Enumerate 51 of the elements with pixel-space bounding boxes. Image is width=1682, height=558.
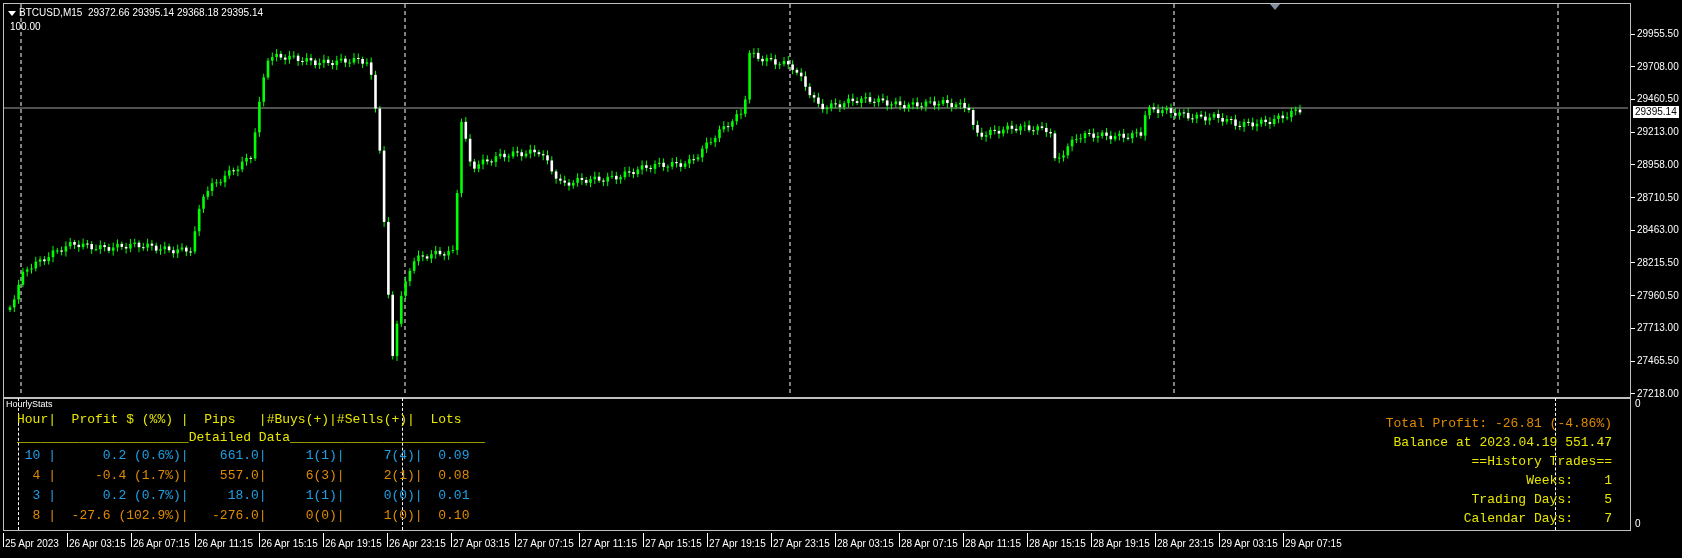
price-label: 27465.50 (1637, 355, 1679, 367)
summary-line: ==History Trades== (1471, 453, 1612, 471)
symbol-header: BTCUSD,M15 29372.66 29395.14 29368.18 29395.14 (19, 7, 264, 19)
price-label: 27218.00 (1637, 387, 1679, 399)
time-label: 27 Apr 03:15 (453, 538, 511, 550)
time-label: 27 Apr 23:15 (773, 538, 831, 550)
summary-line: Total Profit: -26.81 (-4.86%) (1385, 415, 1612, 433)
time-label: 26 Apr 19:15 (325, 538, 383, 550)
time-label: 25 Apr 2023 (5, 538, 60, 550)
price-label: 29708.00 (1637, 60, 1679, 73)
time-label: 27 Apr 11:15 (581, 538, 638, 550)
time-label: 28 Apr 23:15 (1157, 538, 1215, 550)
time-label: 27 Apr 07:15 (517, 538, 575, 550)
stats-row-text: 10 | 0.2 (0.6%)| 661.0| 1(1)| 7(4)| 0.09 (23, 447, 471, 465)
time-label: 27 Apr 15:15 (645, 538, 703, 550)
price-label: 28463.00 (1637, 224, 1679, 237)
time-label: 26 Apr 03:15 (69, 538, 127, 550)
stats-subheader: ______________________Detailed Data_________________________ (17, 429, 486, 446)
scale-label: 0 (1635, 518, 1642, 530)
price-label: 29213.00 (1637, 126, 1679, 139)
time-label: 28 Apr 15:15 (1029, 538, 1087, 550)
stats-header: Hour| Profit $ (%%) | Pips |#Buys(+)|#Sells(+)| Lots (17, 411, 463, 429)
time-label: 29 Apr 07:15 (1285, 538, 1343, 550)
stats-row-text: 4 | -0.4 (1.7%)| 557.0| 6(3)| 2(1)| 0.08 (31, 467, 471, 485)
scale-label: 0 (1635, 398, 1642, 410)
time-label: 29 Apr 03:15 (1221, 538, 1279, 550)
indicator-title: HourlyStats (6, 399, 54, 410)
price-label: 29460.50 (1637, 93, 1679, 106)
time-label: 26 Apr 11:15 (197, 538, 254, 550)
price-label: 28710.50 (1637, 191, 1679, 204)
time-label: 26 Apr 07:15 (133, 538, 191, 550)
time-label: 28 Apr 03:15 (837, 538, 895, 550)
time-label: 28 Apr 07:15 (901, 538, 959, 550)
time-label: 27 Apr 19:15 (709, 538, 767, 550)
summary-line: Weeks: 1 (1526, 472, 1612, 490)
price-label: 27960.50 (1637, 289, 1679, 302)
time-label: 28 Apr 11:15 (965, 538, 1022, 550)
indicator-value: 100.00 (10, 21, 41, 33)
price-label: 27713.00 (1637, 322, 1679, 335)
time-label: 26 Apr 15:15 (261, 538, 319, 550)
price-label: 29955.50 (1637, 28, 1679, 40)
time-label: 26 Apr 23:15 (389, 538, 447, 550)
current-price-label: 29395.14 (1633, 106, 1679, 118)
price-label: 28215.50 (1637, 256, 1679, 269)
stats-row-text: 3 | 0.2 (0.7%)| 18.0| 1(1)| 0(0)| 0.01 (31, 487, 471, 505)
price-label: 28958.00 (1637, 158, 1679, 171)
stats-row-text: 8 | -27.6 (102.9%)| -276.0| 0(0)| 1(0)| 0.10 (31, 507, 471, 525)
summary-line: Trading Days: 5 (1471, 491, 1612, 509)
summary-line: Balance at 2023.04.19 551.47 (1393, 434, 1612, 452)
time-label: 28 Apr 19:15 (1093, 538, 1151, 550)
summary-line: Calendar Days: 7 (1463, 510, 1612, 528)
